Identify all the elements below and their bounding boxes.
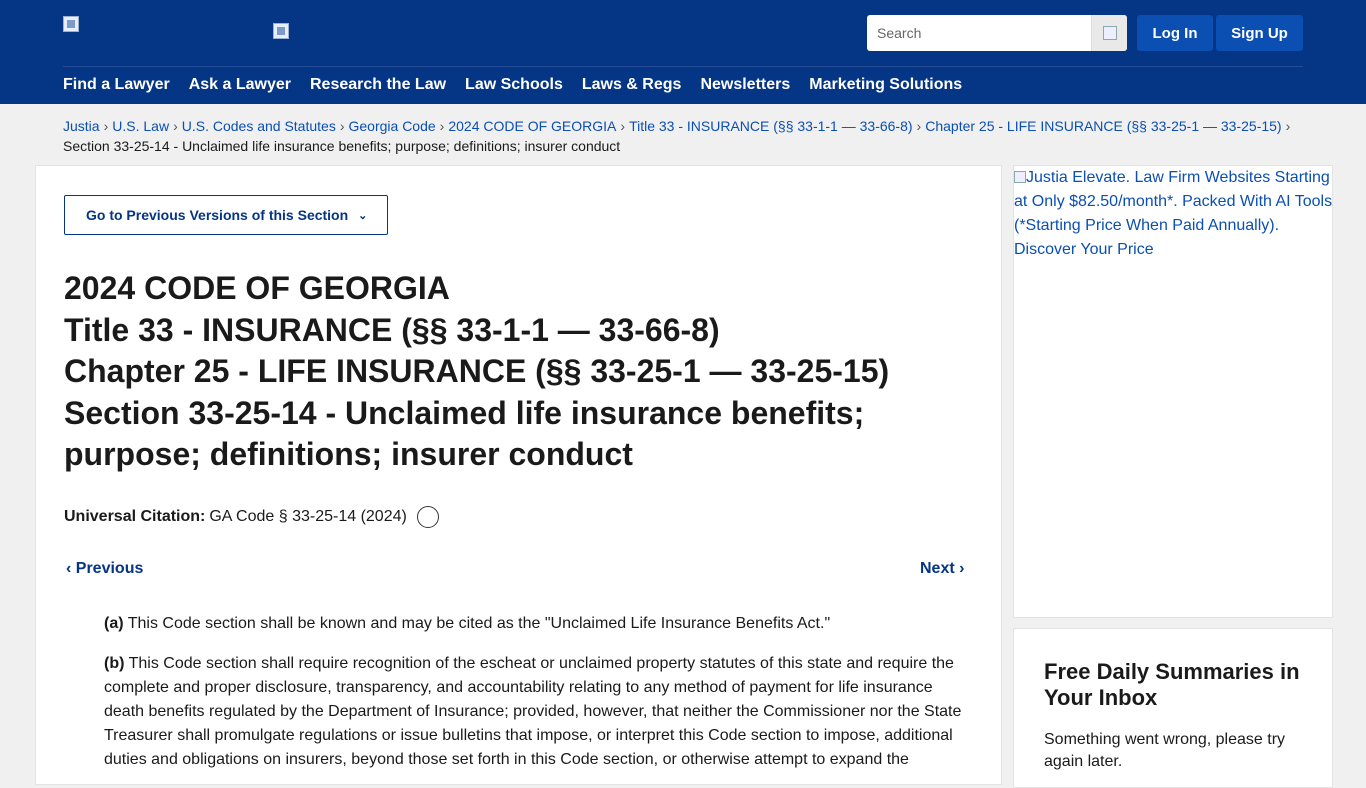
- ad-image-link[interactable]: Justia Elevate. Law Firm Websites Starti…: [1014, 166, 1334, 262]
- breadcrumb-link[interactable]: Chapter 25 - LIFE INSURANCE (§§ 33-25-1 …: [925, 118, 1281, 134]
- login-button[interactable]: Log In: [1137, 15, 1213, 51]
- next-label: Next: [920, 560, 955, 577]
- breadcrumb: Justia › U.S. Law › U.S. Codes and Statutes ›…: [63, 118, 1291, 154]
- breadcrumb-current: Section 33-25-14 - Unclaimed life insura…: [63, 138, 621, 154]
- search-button[interactable]: [1091, 15, 1127, 51]
- nav-find-a-lawyer[interactable]: Find a Lawyer: [63, 76, 170, 94]
- previous-label: Previous: [75, 560, 144, 577]
- page-title: 2024 CODE OF GEORGIA Title 33 - INSURANC…: [64, 268, 964, 476]
- title-line: Section 33-25-14 - Unclaimed life insura…: [64, 394, 865, 473]
- newsletter-error-message: Something went wrong, please try again l…: [1044, 731, 1286, 770]
- breadcrumb-link[interactable]: U.S. Law: [112, 118, 169, 134]
- previous-versions-label: Go to Previous Versions of this Section: [86, 207, 349, 223]
- paragraph-text: This Code section shall require recognit…: [104, 655, 962, 768]
- nav-ask-a-lawyer[interactable]: Ask a Lawyer: [189, 76, 291, 94]
- title-line: Chapter 25 - LIFE INSURANCE (§§ 33-25-1 …: [64, 353, 890, 389]
- newsletter-title: Free Daily Summaries in Your Inbox: [1044, 659, 1300, 710]
- breadcrumb-link[interactable]: U.S. Codes and Statutes: [182, 118, 336, 134]
- newsletter-panel: Free Daily Summaries in Your Inbox Somet…: [1013, 628, 1333, 788]
- statute-paragraph: (b) This Code section shall require reco…: [104, 652, 972, 772]
- paragraph-marker: (a): [104, 615, 124, 632]
- main-content: Go to Previous Versions of this Section …: [35, 165, 1002, 785]
- secondary-logo-image[interactable]: [273, 23, 289, 39]
- search-box: [867, 15, 1127, 51]
- site-header: Log In Sign Up Find a Lawyer Ask a Lawye…: [0, 0, 1366, 104]
- copy-citation-icon[interactable]: [416, 506, 439, 528]
- previous-versions-dropdown[interactable]: Go to Previous Versions of this Section …: [64, 195, 388, 235]
- citation-value: GA Code § 33-25-14 (2024): [209, 508, 407, 525]
- next-link[interactable]: Next ›: [920, 560, 964, 578]
- title-line: Title 33 - INSURANCE (§§ 33-1-1 — 33-66-…: [64, 311, 720, 348]
- nav-law-schools[interactable]: Law Schools: [465, 76, 563, 94]
- broken-image-icon: [1014, 171, 1026, 183]
- statute-text: (a) This Code section shall be known and…: [104, 612, 972, 788]
- paragraph-marker: (b): [104, 655, 125, 672]
- nav-newsletters[interactable]: Newsletters: [700, 76, 790, 94]
- breadcrumb-link[interactable]: Justia: [63, 118, 100, 134]
- signup-button[interactable]: Sign Up: [1216, 15, 1303, 51]
- ad-alt-text: Justia Elevate. Law Firm Websites Starti…: [1014, 169, 1333, 258]
- title-line: 2024 CODE OF GEORGIA: [64, 270, 450, 306]
- nav-laws-regs[interactable]: Laws & Regs: [582, 76, 682, 94]
- search-input[interactable]: [867, 15, 1091, 51]
- nav-research-the-law[interactable]: Research the Law: [310, 76, 446, 94]
- nav-marketing-solutions[interactable]: Marketing Solutions: [809, 76, 962, 94]
- chevron-right-icon: ›: [954, 560, 965, 577]
- previous-link[interactable]: ‹ Previous: [66, 560, 143, 578]
- chevron-down-icon: ⌄: [358, 209, 368, 222]
- breadcrumb-link[interactable]: Georgia Code: [349, 118, 436, 134]
- universal-citation: Universal Citation: GA Code § 33-25-14 (…: [64, 506, 439, 528]
- statute-paragraph: (a) This Code section shall be known and…: [104, 612, 972, 636]
- breadcrumb-link[interactable]: 2024 CODE OF GEORGIA: [448, 118, 616, 134]
- justia-logo-image[interactable]: [63, 16, 79, 32]
- breadcrumb-link[interactable]: Title 33 - INSURANCE (§§ 33-1-1 — 33-66-…: [629, 118, 912, 134]
- citation-label: Universal Citation:: [64, 508, 206, 525]
- search-icon: [1102, 26, 1117, 40]
- paragraph-text: This Code section shall be known and may…: [127, 615, 831, 632]
- chevron-left-icon: ‹: [66, 560, 76, 577]
- main-nav: Find a Lawyer Ask a Lawyer Research the …: [63, 76, 981, 94]
- sidebar-ad: Justia Elevate. Law Firm Websites Starti…: [1013, 165, 1333, 618]
- nav-divider: [63, 66, 1303, 67]
